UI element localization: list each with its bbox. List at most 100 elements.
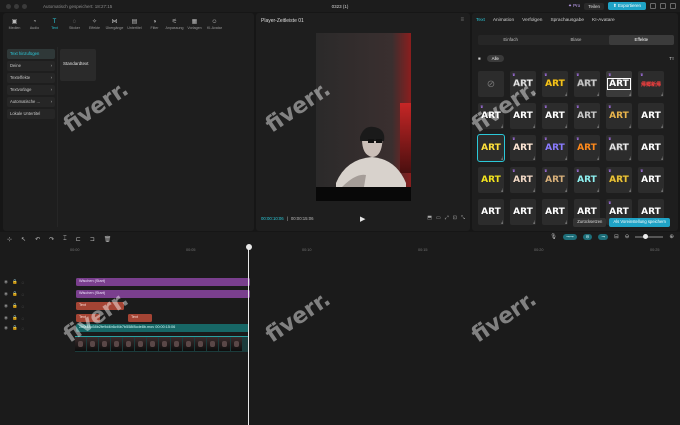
split-left-icon[interactable]: ⊏	[76, 236, 81, 243]
ratio-icon[interactable]: ▭	[436, 215, 441, 221]
lock-icon[interactable]: 🔒	[12, 325, 18, 331]
preview-quality-icon[interactable]: ⊡	[453, 215, 457, 221]
toolbar-audio-button[interactable]: ◔ Audio	[25, 15, 44, 33]
toolbar-effects-button[interactable]: ✧ Effekte	[85, 15, 104, 33]
player-menu-icon[interactable]: ≡	[460, 17, 464, 23]
text-clip[interactable]: Text	[76, 302, 124, 310]
link-icon[interactable]: ⊸⊸	[563, 234, 577, 240]
text-effect-cell[interactable]: ART♛⤓	[510, 71, 536, 97]
text-effect-cell[interactable]: ART⤓	[638, 103, 664, 129]
text-effect-cell[interactable]: ART♛⤓	[542, 103, 568, 129]
filter-chip-all[interactable]: Alle	[486, 54, 504, 62]
zoom-slider[interactable]	[635, 234, 664, 240]
no-effect-cell[interactable]: ⊘	[478, 71, 504, 97]
filter-bullet-icon[interactable]: ■	[478, 56, 481, 61]
lock-icon[interactable]: 🔒	[12, 315, 18, 321]
settings-icon[interactable]	[660, 3, 666, 9]
text-effect-cell[interactable]: ART♛⤓	[574, 71, 600, 97]
text-effect-cell[interactable]: ART♛⤓	[574, 167, 600, 193]
tab-verfolgen[interactable]: Verfolgen	[522, 18, 542, 23]
text-effect-cell[interactable]: ART♛⤓	[574, 135, 600, 161]
tab-animation[interactable]: Animation	[493, 18, 514, 23]
text-effect-cell[interactable]: ART♛⤓	[542, 167, 568, 193]
text-effect-cell[interactable]: ART⤓	[477, 134, 505, 162]
text-effect-cell[interactable]: ART♛⤓	[606, 103, 632, 129]
magnet-icon[interactable]: ⊝	[582, 234, 593, 240]
audio-toggle-icon[interactable]: ◌	[22, 280, 25, 285]
preview-axis-icon[interactable]: ⊟	[614, 234, 619, 240]
lock-icon[interactable]: 🔒	[12, 291, 18, 297]
text-category-item[interactable]: Textvorlage ›	[7, 85, 55, 95]
pointer-icon[interactable]: ↖	[21, 236, 26, 243]
toolbar-text-button[interactable]: T Text	[45, 15, 64, 33]
text-effect-cell[interactable]: ART⤓	[638, 135, 664, 161]
eye-icon[interactable]: ◉	[4, 315, 8, 321]
text-effect-cell[interactable]: ART⤓	[510, 103, 536, 129]
text-category-item[interactable]: Deine ›	[7, 61, 55, 71]
text-category-item[interactable]: Lokale Untertitel	[7, 109, 55, 119]
audio-toggle-icon[interactable]: ◌	[22, 316, 25, 321]
undo-icon[interactable]: ↶	[35, 236, 40, 243]
tab-sprachausgabe[interactable]: Sprachausgabe	[550, 18, 584, 23]
tab-text[interactable]: Text	[476, 18, 485, 23]
text-effect-cell[interactable]: ART⤓	[478, 167, 504, 193]
zoom-in-icon[interactable]: ⊕	[669, 234, 674, 240]
audio-toggle-icon[interactable]: ◌	[22, 292, 25, 297]
toolbar-filter-button[interactable]: ◑ Filter	[145, 15, 164, 33]
video-clip[interactable]: 2b0f48c58b2fe9d4b6cf4b7b558f8cde8b.mov 0…	[76, 324, 249, 332]
crop-icon[interactable]: ⬒	[427, 215, 432, 221]
playhead[interactable]	[245, 244, 252, 425]
text-effect-cell[interactable]: ART♛⤓	[478, 103, 504, 129]
reset-button[interactable]: Zurücksetzen	[573, 218, 607, 227]
text-effect-cell[interactable]: ART♛⤓	[510, 135, 536, 161]
eye-icon[interactable]: ◉	[4, 325, 8, 331]
minimize-icon[interactable]	[670, 3, 676, 9]
layout-icon[interactable]	[650, 3, 656, 9]
text-effect-cell[interactable]: ART♛⤓	[542, 71, 568, 97]
text-clip[interactable]: Text	[128, 314, 152, 322]
text-effect-cell[interactable]: ART♛⤓	[606, 167, 632, 193]
split-icon[interactable]: ⌶	[63, 236, 67, 243]
toolbar-templates-button[interactable]: ▦ Vorlagen	[185, 15, 204, 33]
redo-icon[interactable]: ↷	[49, 236, 54, 243]
text-category-item[interactable]: Automatische ... ›	[7, 97, 55, 107]
text-category-item[interactable]: Texteffekte ›	[7, 73, 55, 83]
select-tool-icon[interactable]: ⊹	[7, 236, 12, 243]
lock-icon[interactable]: 🔒	[12, 303, 18, 309]
toolbar-subtitles-button[interactable]: ▤ Untertitel	[125, 15, 144, 33]
segment-blase[interactable]: Blase	[543, 35, 608, 45]
toolbar-transitions-button[interactable]: ⋈ Übergänge	[105, 15, 124, 33]
play-icon[interactable]: ▶	[360, 215, 365, 223]
zoom-out-icon[interactable]: ⊖	[625, 234, 630, 240]
text-effect-cell[interactable]: ART♛⤓	[542, 135, 568, 161]
save-preset-button[interactable]: Als Voreinstellung speichern	[609, 218, 670, 227]
split-right-icon[interactable]: ⊐	[90, 236, 95, 243]
standard-text-card[interactable]: Standardtext	[60, 49, 96, 81]
snap-icon[interactable]: ⊸	[598, 234, 609, 240]
pro-badge[interactable]: ✦ Pro	[568, 3, 580, 9]
video-clip-thumbnails[interactable]	[75, 336, 249, 352]
text-effect-cell[interactable]: ART♛⤓	[606, 71, 632, 97]
export-button[interactable]: ⬆ Exportieren	[607, 2, 646, 10]
tab-kiavatare[interactable]: KI-Avatare	[592, 18, 615, 23]
toolbar-ai-avatar-button[interactable]: ☺ KI-Avatar	[205, 15, 224, 33]
lock-icon[interactable]: 🔒	[12, 279, 18, 285]
share-button[interactable]: Teilen	[584, 2, 604, 10]
text-effect-cell[interactable]: ART♛⤓	[638, 167, 664, 193]
effect-clip[interactable]: Wischen (Start)	[76, 290, 250, 298]
toolbar-adjust-button[interactable]: ⚟ Anpassung	[165, 15, 184, 33]
text-size-icon[interactable]: Tт	[669, 56, 674, 61]
audio-toggle-icon[interactable]: ◌	[22, 326, 25, 331]
text-effect-cell[interactable]: ART♛⤓	[510, 167, 536, 193]
window-controls[interactable]	[6, 3, 27, 9]
text-effect-cell[interactable]: 帰郷新帰 ♛ ⤓	[638, 71, 664, 97]
fullscreen-icon[interactable]: ⤢	[445, 215, 449, 221]
eye-icon[interactable]: ◉	[4, 279, 8, 285]
audio-toggle-icon[interactable]: ◌	[22, 304, 25, 309]
eye-icon[interactable]: ◉	[4, 303, 8, 309]
toolbar-sticker-button[interactable]: ◌ Sticker	[65, 15, 84, 33]
segment-effekte[interactable]: Effekte	[608, 35, 674, 45]
text-clip[interactable]: Text	[76, 314, 100, 322]
eye-icon[interactable]: ◉	[4, 291, 8, 297]
toolbar-media-button[interactable]: ▣ Medien	[5, 15, 24, 33]
